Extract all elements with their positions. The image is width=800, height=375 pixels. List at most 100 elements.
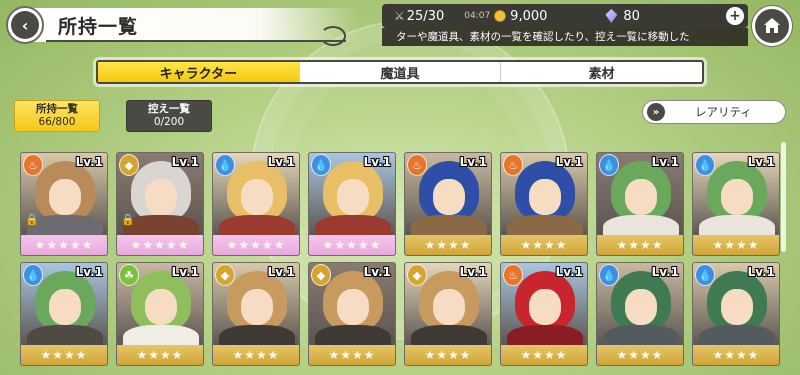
owned-list-count: 66/800 [38,116,76,128]
stamina-timer: 04:07 [464,11,491,21]
stamina-value: 25/30 [406,8,445,24]
character-card[interactable]: 💧 Lv.1 ★★★★ [20,262,108,366]
water-element-icon: 💧 [215,154,235,176]
character-card[interactable]: ♨ Lv.1 ★★★★ [500,262,588,366]
character-card[interactable]: 💧 Lv.1 ★★★★★ [308,152,396,256]
water-element-icon: 💧 [695,154,715,176]
rarity-stars: ★★★★ [693,235,779,255]
character-level: Lv.1 [459,265,487,279]
character-level: Lv.1 [555,155,583,169]
earth-element-icon: ◆ [407,264,427,286]
character-level: Lv.1 [363,265,391,279]
character-level: Lv.1 [171,265,199,279]
tab-characters[interactable]: キャラクター [98,62,299,82]
sort-label: レアリティ [695,105,752,119]
rarity-stars: ★★★★ [501,235,587,255]
rarity-stars: ★★★★★ [213,235,299,255]
earth-element-icon: ◆ [119,154,139,176]
character-card[interactable]: ♨ Lv.1 ★★★★ [500,152,588,256]
character-face [337,289,369,325]
scrollbar[interactable] [781,142,786,252]
lock-icon: 🔒 [121,213,135,226]
earth-element-icon: ◆ [311,264,331,286]
character-face [49,179,81,215]
character-card[interactable]: ◆ Lv.1 ★★★★ [308,262,396,366]
fire-element-icon: ♨ [503,264,523,286]
add-gems-button[interactable]: + [726,7,744,25]
water-element-icon: 💧 [23,264,43,286]
wind-element-icon: ☘ [119,264,139,286]
info-ticker: ターや魔道具、素材の一覧を確認したり、控え一覧に移動した [382,28,748,46]
character-level: Lv.1 [75,155,103,169]
character-level: Lv.1 [747,265,775,279]
character-level: Lv.1 [171,155,199,169]
owned-list-label: 所持一覧 [36,103,78,115]
rarity-stars: ★★★★ [213,345,299,365]
character-card[interactable]: 💧 Lv.1 ★★★★ [692,152,780,256]
resource-bar: ⚔ 25/30 04:07 9,000 80 + [382,4,748,28]
character-face [625,179,657,215]
character-face [241,289,273,325]
tab-magic-tools[interactable]: 魔道具 [298,62,501,82]
category-tabs: キャラクター 魔道具 素材 [96,60,704,84]
gem-icon [605,9,618,23]
sort-rarity-button[interactable]: » レアリティ [642,100,786,124]
character-card[interactable]: 💧 Lv.1 ★★★★ [692,262,780,366]
gem-value: 80 [623,8,640,24]
rarity-stars: ★★★★ [405,345,491,365]
rarity-stars: ★★★★★ [21,235,107,255]
reserve-list-label: 控え一覧 [148,103,190,115]
character-level: Lv.1 [459,155,487,169]
coin-icon [494,10,507,22]
water-element-icon: 💧 [599,264,619,286]
home-button[interactable] [752,6,792,46]
character-card[interactable]: ☘ Lv.1 ★★★★ [116,262,204,366]
water-element-icon: 💧 [311,154,331,176]
character-card[interactable]: 💧 Lv.1 ★★★★ [596,262,684,366]
rarity-stars: ★★★★ [21,345,107,365]
character-level: Lv.1 [555,265,583,279]
character-face [433,289,465,325]
character-level: Lv.1 [363,155,391,169]
character-level: Lv.1 [651,265,679,279]
character-face [625,289,657,325]
rarity-stars: ★★★★ [693,345,779,365]
water-element-icon: 💧 [695,264,715,286]
character-level: Lv.1 [651,155,679,169]
coin-value: 9,000 [510,8,548,24]
rarity-stars: ★★★★ [405,235,491,255]
character-level: Lv.1 [75,265,103,279]
character-face [721,179,753,215]
page-title: 所持一覧 [58,15,139,38]
character-face [145,179,177,215]
character-card[interactable]: 💧 Lv.1 ★★★★ [596,152,684,256]
fire-element-icon: ♨ [23,154,43,176]
character-level: Lv.1 [267,155,295,169]
title-underline [46,40,346,42]
reserve-list-button[interactable]: 控え一覧 0/200 [126,100,212,132]
title-swirl-ornament [320,26,346,46]
title-plate: 所持一覧 [28,8,358,42]
character-card[interactable]: ◆ Lv.1 ★★★★ [212,262,300,366]
character-face [337,179,369,215]
character-card[interactable]: ◆ Lv.1 ★★★★ [404,262,492,366]
character-face [529,289,561,325]
character-card[interactable]: ♨ Lv.1 ★★★★ [404,152,492,256]
character-card[interactable]: ◆ Lv.1 🔒 ★★★★★ [116,152,204,256]
rarity-stars: ★★★★ [597,345,683,365]
character-level: Lv.1 [747,155,775,169]
chevrons-down-icon: » [647,103,665,121]
back-button[interactable]: ‹ [6,6,44,44]
character-face [145,289,177,325]
owned-list-button[interactable]: 所持一覧 66/800 [14,100,100,132]
fire-element-icon: ♨ [407,154,427,176]
rarity-stars: ★★★★ [501,345,587,365]
rarity-stars: ★★★★★ [309,235,395,255]
character-face [721,289,753,325]
earth-element-icon: ◆ [215,264,235,286]
rarity-stars: ★★★★ [117,345,203,365]
home-icon [764,18,780,33]
character-card[interactable]: 💧 Lv.1 ★★★★★ [212,152,300,256]
character-card[interactable]: ♨ Lv.1 🔒 ★★★★★ [20,152,108,256]
tab-materials[interactable]: 素材 [500,62,702,82]
